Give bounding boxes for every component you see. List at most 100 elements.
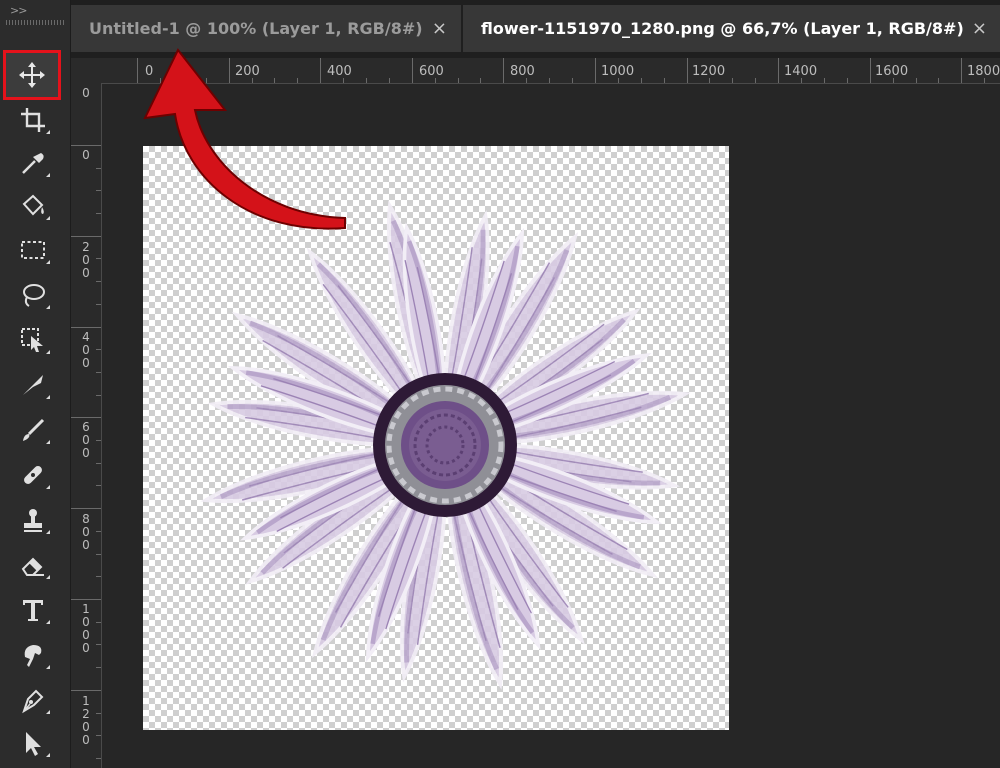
ruler-tick [96, 349, 101, 350]
eyedropper-icon [22, 153, 44, 174]
ruler-tick [96, 713, 101, 714]
ruler-tick [71, 145, 101, 146]
ruler-tick [618, 78, 619, 83]
crop-tool[interactable] [10, 100, 56, 140]
marquee-icon [21, 241, 45, 259]
move-tool[interactable] [3, 50, 61, 100]
ruler-tick [389, 78, 390, 83]
ruler-tick [96, 258, 101, 259]
ruler-label: 800 [510, 64, 535, 79]
ruler-label: 200 [235, 64, 260, 79]
pointer-icon [26, 732, 41, 756]
ruler-tick [96, 576, 101, 577]
ruler-label: 1600 [875, 64, 909, 79]
crop-icon [21, 108, 45, 132]
ruler-tick [96, 281, 101, 282]
ruler-tick [96, 395, 101, 396]
eraser-tool[interactable] [10, 545, 56, 585]
ruler-tick [96, 622, 101, 623]
ruler-label: 1000 [601, 64, 635, 79]
ruler-tick [297, 78, 298, 83]
ruler-tick [916, 78, 917, 83]
document-tab-bar: Untitled-1 @ 100% (Layer 1, RGB/8#) × fl… [71, 0, 1000, 58]
ruler-tick [96, 190, 101, 191]
ruler-tick [96, 440, 101, 441]
tab-untitled-1[interactable]: Untitled-1 @ 100% (Layer 1, RGB/8#) × [71, 5, 461, 52]
ruler-tick [778, 58, 779, 83]
rectangular-marquee-tool[interactable] [10, 230, 56, 270]
paint-bucket-icon [22, 194, 44, 216]
ruler-label: 1800 [967, 64, 1000, 79]
ruler-tick [206, 78, 207, 83]
ruler-tick [893, 78, 894, 83]
close-icon[interactable]: × [432, 18, 447, 39]
ruler-label: 400 [327, 64, 352, 79]
ruler-origin[interactable] [71, 58, 102, 84]
paint-bucket-tool[interactable] [10, 186, 56, 226]
pen-curvature-tool[interactable] [10, 365, 56, 405]
ruler-label: 400 [82, 330, 90, 370]
eraser-icon [21, 557, 44, 576]
close-icon[interactable]: × [972, 18, 987, 39]
clone-stamp-tool[interactable] [10, 500, 56, 540]
ruler-label: 0 [82, 148, 90, 162]
smudge-icon [24, 645, 42, 667]
bandage-icon [24, 466, 42, 484]
ruler-tick [96, 644, 101, 645]
pen-tool[interactable] [10, 680, 56, 720]
ruler-label: 600 [82, 420, 90, 460]
brush-icon [23, 418, 45, 441]
ruler-label: 0 [145, 64, 154, 79]
object-selection-tool[interactable] [10, 320, 56, 360]
move-icon [19, 62, 45, 88]
ruler-tick [229, 58, 230, 83]
eyedropper-tool[interactable] [10, 143, 56, 183]
ruler-label: 800 [82, 512, 90, 552]
ruler-label: 1000 [82, 602, 90, 655]
horizontal-ruler[interactable]: 0 200 400 600 800 1000 1200 1400 1600 18… [101, 58, 1000, 84]
ruler-tick [96, 735, 101, 736]
vertical-ruler[interactable]: 0 0 200 400 600 800 1000 1200 [71, 83, 102, 768]
ruler-tick [732, 78, 733, 83]
ruler-tick [870, 58, 871, 83]
ruler-tick [96, 372, 101, 373]
ruler-label: 600 [419, 64, 444, 79]
ruler-tick [71, 599, 101, 600]
ruler-tick [824, 78, 825, 83]
ruler-tick [938, 78, 939, 83]
ruler-tick [572, 78, 573, 83]
ruler-tick [320, 58, 321, 83]
panel-grip[interactable] [6, 20, 66, 25]
collapse-panel-button[interactable]: >> [10, 4, 27, 17]
ruler-tick [412, 58, 413, 83]
ruler-tick [664, 78, 665, 83]
ruler-tick [96, 304, 101, 305]
ruler-tick [96, 485, 101, 486]
ruler-label: 1200 [82, 694, 90, 747]
ruler-tick [961, 58, 962, 83]
ruler-tick [137, 58, 138, 83]
ruler-tick [160, 78, 161, 83]
lasso-icon [23, 284, 45, 307]
ruler-tick [458, 78, 459, 83]
tab-flower-png[interactable]: flower-1151970_1280.png @ 66,7% (Layer 1… [463, 5, 1000, 52]
ruler-tick [687, 58, 688, 83]
tools-panel: >> [0, 0, 71, 768]
ruler-label: 1400 [784, 64, 818, 79]
ruler-tick [641, 78, 642, 83]
ruler-tick [71, 327, 101, 328]
ruler-tick [801, 78, 802, 83]
smudge-tool[interactable] [10, 635, 56, 675]
brush-tool[interactable] [10, 410, 56, 450]
pen-icon [22, 689, 44, 714]
ruler-tick [96, 758, 101, 759]
ruler-tick [549, 78, 550, 83]
ruler-tick [984, 78, 985, 83]
type-tool[interactable] [10, 590, 56, 630]
ruler-tick [183, 78, 184, 83]
lasso-tool[interactable] [10, 275, 56, 315]
path-selection-tool[interactable] [10, 723, 56, 763]
healing-brush-tool[interactable] [10, 455, 56, 495]
ruler-label: 0 [82, 86, 90, 100]
ruler-tick [503, 58, 504, 83]
